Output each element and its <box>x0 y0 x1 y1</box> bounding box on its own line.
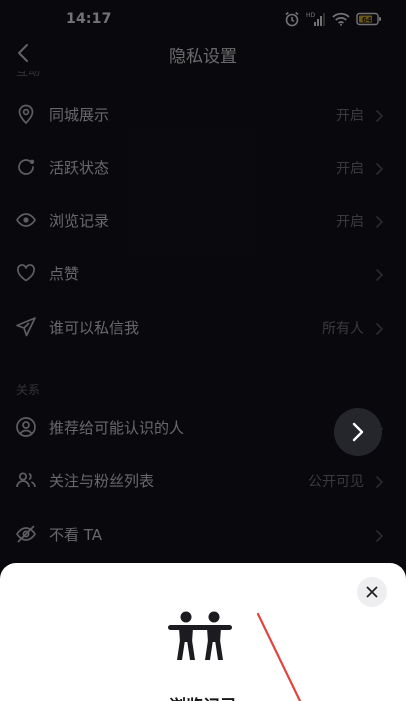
annotation-arrow <box>256 612 302 701</box>
